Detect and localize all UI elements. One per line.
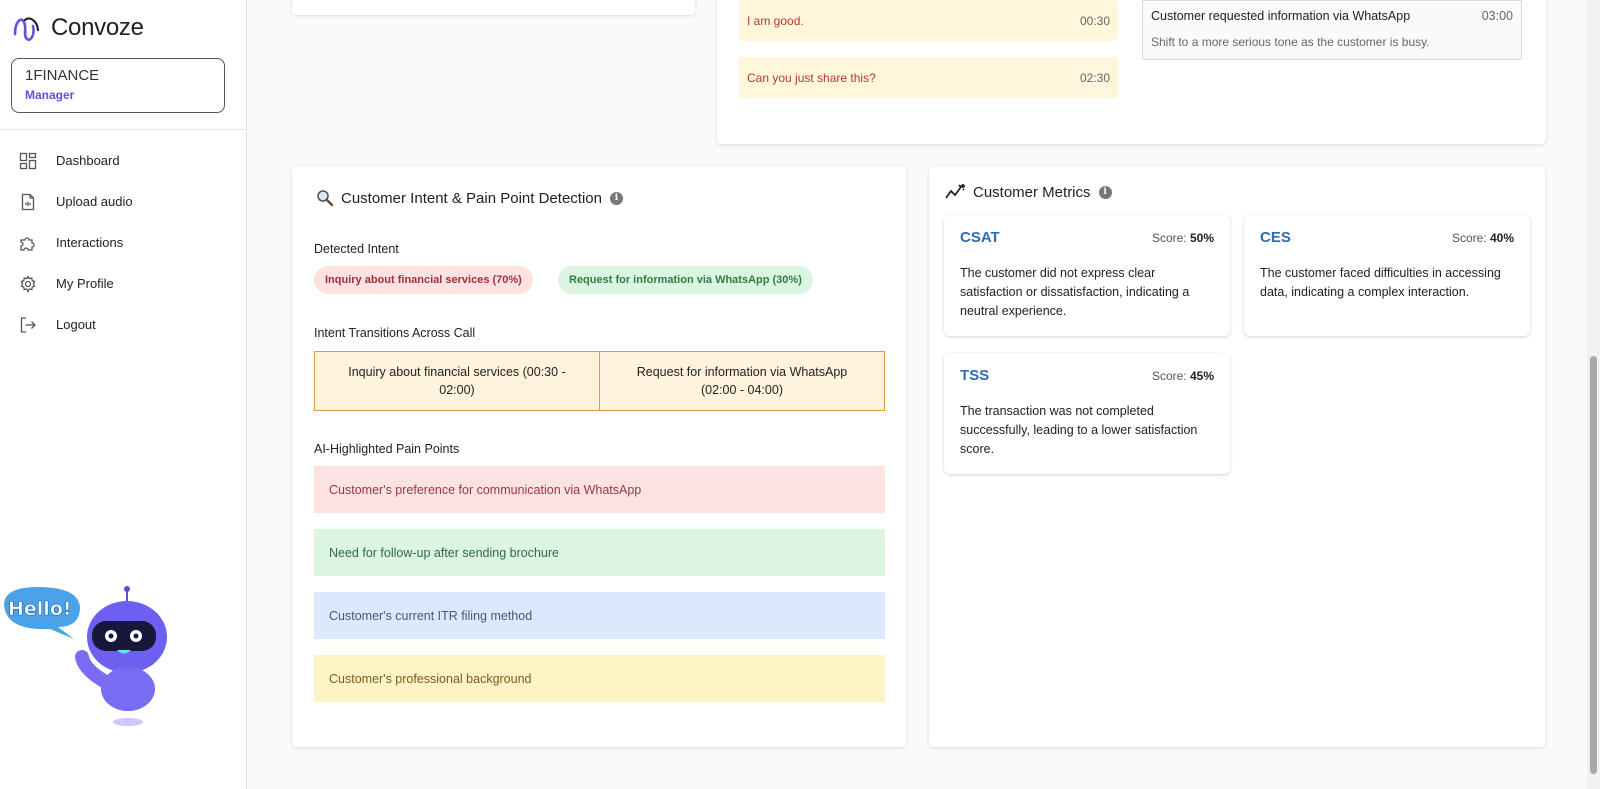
pain-point: Customer's current ITR filing method bbox=[314, 592, 885, 639]
pain-point: Need for follow-up after sending brochur… bbox=[314, 529, 885, 576]
sidebar-item-label: Dashboard bbox=[56, 153, 120, 168]
sidebar: Convoze 1FINANCE Manager Dashboard Uploa… bbox=[0, 0, 247, 789]
trend-chart-icon bbox=[944, 183, 966, 201]
transition-segment: Request for information via WhatsApp (02… bbox=[599, 352, 884, 410]
metric-name: CSAT bbox=[960, 229, 1000, 246]
sidebar-item-upload-audio[interactable]: Upload audio bbox=[0, 181, 246, 222]
metric-card-ces: CES Score: 40% The customer faced diffic… bbox=[1244, 215, 1530, 336]
magnifier-icon bbox=[316, 189, 334, 207]
message-time: 00:30 bbox=[1079, 13, 1110, 28]
sidebar-item-logout[interactable]: Logout bbox=[0, 304, 246, 345]
pain-points-label: AI-Highlighted Pain Points bbox=[314, 442, 460, 456]
intent-pill: Request for information via WhatsApp (30… bbox=[558, 266, 813, 294]
sidebar-nav: Dashboard Upload audio Interactions My P… bbox=[0, 140, 246, 345]
event-time: 03:00 bbox=[1481, 9, 1513, 23]
gear-icon bbox=[20, 274, 36, 293]
dashboard-icon bbox=[19, 152, 37, 169]
intent-pill: Inquiry about financial services (70%) bbox=[314, 266, 533, 294]
brand-logo[interactable]: Convoze bbox=[11, 12, 144, 44]
robot-mascot-icon[interactable]: Hello! bbox=[0, 585, 175, 745]
metric-score: Score: 45% bbox=[1151, 369, 1214, 383]
message-text: I am good. bbox=[747, 13, 804, 28]
sidebar-item-label: Interactions bbox=[56, 235, 124, 250]
info-icon[interactable]: i bbox=[1098, 185, 1112, 199]
org-selector[interactable]: 1FINANCE Manager bbox=[11, 58, 225, 113]
sidebar-item-interactions[interactable]: Interactions bbox=[0, 222, 246, 263]
sidebar-item-dashboard[interactable]: Dashboard bbox=[0, 140, 246, 181]
metric-score: Score: 40% bbox=[1451, 231, 1514, 245]
pain-point: Customer's preference for communication … bbox=[314, 466, 885, 513]
mascot-speech: Hello! bbox=[8, 598, 72, 620]
metric-name: TSS bbox=[960, 367, 990, 384]
sidebar-item-label: Upload audio bbox=[56, 194, 133, 209]
scrollbar-thumb[interactable] bbox=[1590, 356, 1597, 774]
detected-intent-label: Detected Intent bbox=[314, 242, 399, 256]
metric-description: The transaction was not completed succes… bbox=[960, 404, 1198, 456]
metric-description: The customer did not express clear satis… bbox=[960, 266, 1190, 318]
message-text: Can you just share this? bbox=[747, 70, 876, 85]
metrics-title: Customer Metrics bbox=[973, 183, 1091, 201]
message-time: 02:30 bbox=[1079, 70, 1110, 85]
sidebar-item-my-profile[interactable]: My Profile bbox=[0, 263, 246, 304]
transcript-message: I am good. 00:30 bbox=[739, 0, 1118, 41]
event-note: Shift to a more serious tone as the cust… bbox=[1151, 35, 1430, 49]
org-role: Manager bbox=[25, 88, 75, 102]
sidebar-divider bbox=[0, 129, 246, 130]
metric-card-tss: TSS Score: 45% The transaction was not c… bbox=[944, 353, 1230, 474]
event-item: Customer requested information via Whats… bbox=[1142, 0, 1522, 60]
sidebar-item-label: My Profile bbox=[56, 276, 114, 291]
sidebar-item-label: Logout bbox=[56, 317, 96, 332]
metric-score: Score: 50% bbox=[1151, 231, 1214, 245]
transcript-summary-card bbox=[292, 0, 695, 15]
event-title: Customer requested information via Whats… bbox=[1151, 9, 1411, 23]
intent-transitions: Inquiry about financial services (00:30 … bbox=[314, 351, 885, 411]
convoze-logo-icon bbox=[13, 17, 40, 41]
intent-title: Customer Intent & Pain Point Detection bbox=[341, 189, 602, 207]
info-icon[interactable]: i bbox=[609, 191, 623, 205]
metrics-section-title: Customer Metrics i bbox=[944, 183, 1112, 201]
puzzle-icon bbox=[20, 236, 35, 251]
file-audio-icon bbox=[21, 193, 35, 210]
intent-section-title: Customer Intent & Pain Point Detection i bbox=[316, 189, 623, 207]
metric-description: The customer faced difficulties in acces… bbox=[1260, 266, 1501, 299]
logout-icon bbox=[20, 316, 36, 333]
transcript-message: Can you just share this? 02:30 bbox=[739, 57, 1118, 98]
org-name: 1FINANCE bbox=[25, 67, 100, 84]
transitions-label: Intent Transitions Across Call bbox=[314, 326, 476, 340]
transition-segment: Inquiry about financial services (00:30 … bbox=[348, 365, 566, 397]
brand-name: Convoze bbox=[51, 14, 144, 41]
pain-point: Customer's professional background bbox=[314, 655, 885, 702]
metric-card-csat: CSAT Score: 50% The customer did not exp… bbox=[944, 215, 1230, 336]
metric-name: CES bbox=[1260, 229, 1291, 246]
